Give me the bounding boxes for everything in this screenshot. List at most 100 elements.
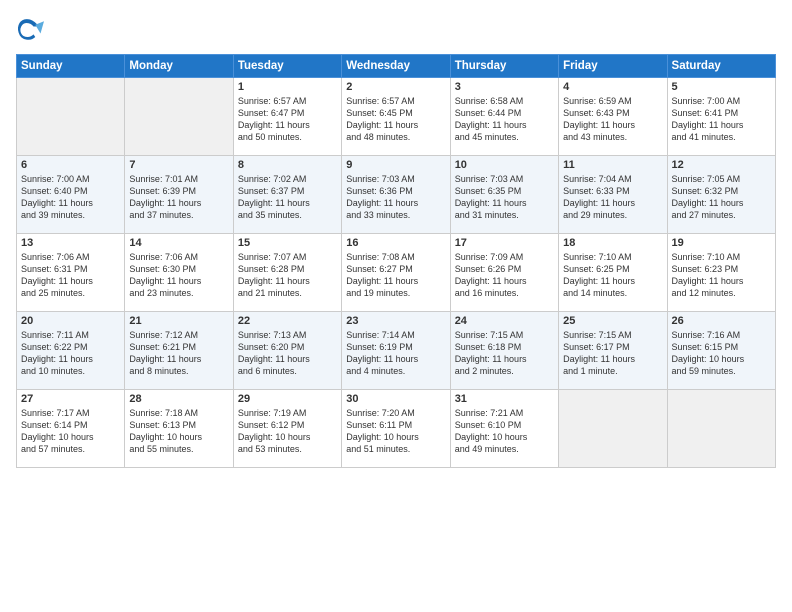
day-number: 14 xyxy=(129,237,228,249)
calendar: SundayMondayTuesdayWednesdayThursdayFrid… xyxy=(16,54,776,468)
weekday-header-monday: Monday xyxy=(125,55,233,78)
day-number: 24 xyxy=(455,315,554,327)
calendar-cell: 5 Sunrise: 7:00 AM Sunset: 6:41 PM Daylig… xyxy=(667,78,775,156)
calendar-cell: 30 Sunrise: 7:20 AM Sunset: 6:11 PM Dayli… xyxy=(342,390,450,468)
calendar-cell: 14 Sunrise: 7:06 AM Sunset: 6:30 PM Dayli… xyxy=(125,234,233,312)
day-info: Sunrise: 7:16 AM Sunset: 6:15 PM Dayligh… xyxy=(672,329,771,378)
day-info: Sunrise: 7:00 AM Sunset: 6:41 PM Dayligh… xyxy=(672,95,771,144)
day-info: Sunrise: 7:20 AM Sunset: 6:11 PM Dayligh… xyxy=(346,407,445,456)
calendar-cell: 18Sunrise: 7:10 AM Sunset: 6:25 PM Dayli… xyxy=(559,234,667,312)
day-info: Sunrise: 7:02 AM Sunset: 6:37 PM Dayligh… xyxy=(238,173,337,222)
day-number: 13 xyxy=(21,237,120,249)
day-info: Sunrise: 6:57 AM Sunset: 6:45 PM Dayligh… xyxy=(346,95,445,144)
day-info: Sunrise: 7:11 AM Sunset: 6:22 PM Dayligh… xyxy=(21,329,120,378)
calendar-cell: 11Sunrise: 7:04 AM Sunset: 6:33 PM Dayli… xyxy=(559,156,667,234)
calendar-cell: 7 Sunrise: 7:01 AM Sunset: 6:39 PM Daylig… xyxy=(125,156,233,234)
day-number: 6 xyxy=(21,159,120,171)
day-info: Sunrise: 7:01 AM Sunset: 6:39 PM Dayligh… xyxy=(129,173,228,222)
calendar-cell: 24 Sunrise: 7:15 AM Sunset: 6:18 PM Dayli… xyxy=(450,312,558,390)
calendar-cell xyxy=(667,390,775,468)
day-info: Sunrise: 7:14 AM Sunset: 6:19 PM Dayligh… xyxy=(346,329,445,378)
day-info: Sunrise: 7:13 AM Sunset: 6:20 PM Dayligh… xyxy=(238,329,337,378)
weekday-header-wednesday: Wednesday xyxy=(342,55,450,78)
calendar-cell: 1 Sunrise: 6:57 AM Sunset: 6:47 PM Daylig… xyxy=(233,78,341,156)
calendar-cell: 26Sunrise: 7:16 AM Sunset: 6:15 PM Dayli… xyxy=(667,312,775,390)
calendar-cell: 9 Sunrise: 7:03 AM Sunset: 6:36 PM Daylig… xyxy=(342,156,450,234)
day-info: Sunrise: 7:17 AM Sunset: 6:14 PM Dayligh… xyxy=(21,407,120,456)
calendar-cell: 29Sunrise: 7:19 AM Sunset: 6:12 PM Dayli… xyxy=(233,390,341,468)
calendar-cell: 17 Sunrise: 7:09 AM Sunset: 6:26 PM Dayli… xyxy=(450,234,558,312)
day-info: Sunrise: 7:08 AM Sunset: 6:27 PM Dayligh… xyxy=(346,251,445,300)
calendar-cell: 19 Sunrise: 7:10 AM Sunset: 6:23 PM Dayli… xyxy=(667,234,775,312)
calendar-cell: 22 Sunrise: 7:13 AM Sunset: 6:20 PM Dayli… xyxy=(233,312,341,390)
weekday-header-saturday: Saturday xyxy=(667,55,775,78)
calendar-cell xyxy=(125,78,233,156)
week-row-4: 20 Sunrise: 7:11 AM Sunset: 6:22 PM Dayli… xyxy=(17,312,776,390)
day-number: 23 xyxy=(346,315,445,327)
week-row-5: 27 Sunrise: 7:17 AM Sunset: 6:14 PM Dayli… xyxy=(17,390,776,468)
calendar-cell: 4 Sunrise: 6:59 AM Sunset: 6:43 PM Daylig… xyxy=(559,78,667,156)
calendar-cell: 13 Sunrise: 7:06 AM Sunset: 6:31 PM Dayli… xyxy=(17,234,125,312)
day-number: 5 xyxy=(672,81,771,93)
day-number: 31 xyxy=(455,393,554,405)
day-info: Sunrise: 7:21 AM Sunset: 6:10 PM Dayligh… xyxy=(455,407,554,456)
day-number: 29 xyxy=(238,393,337,405)
day-number: 2 xyxy=(346,81,445,93)
day-info: Sunrise: 7:15 AM Sunset: 6:17 PM Dayligh… xyxy=(563,329,662,378)
header xyxy=(16,16,776,44)
day-number: 1 xyxy=(238,81,337,93)
day-info: Sunrise: 7:00 AM Sunset: 6:40 PM Dayligh… xyxy=(21,173,120,222)
calendar-cell: 3Sunrise: 6:58 AM Sunset: 6:44 PM Daylig… xyxy=(450,78,558,156)
day-number: 30 xyxy=(346,393,445,405)
day-number: 27 xyxy=(21,393,120,405)
day-info: Sunrise: 7:18 AM Sunset: 6:13 PM Dayligh… xyxy=(129,407,228,456)
day-info: Sunrise: 7:07 AM Sunset: 6:28 PM Dayligh… xyxy=(238,251,337,300)
weekday-header-sunday: Sunday xyxy=(17,55,125,78)
day-number: 12 xyxy=(672,159,771,171)
calendar-cell: 12 Sunrise: 7:05 AM Sunset: 6:32 PM Dayli… xyxy=(667,156,775,234)
day-number: 3 xyxy=(455,81,554,93)
calendar-cell: 20 Sunrise: 7:11 AM Sunset: 6:22 PM Dayli… xyxy=(17,312,125,390)
day-number: 9 xyxy=(346,159,445,171)
day-number: 22 xyxy=(238,315,337,327)
calendar-cell: 16 Sunrise: 7:08 AM Sunset: 6:27 PM Dayli… xyxy=(342,234,450,312)
day-info: Sunrise: 7:06 AM Sunset: 6:30 PM Dayligh… xyxy=(129,251,228,300)
day-number: 21 xyxy=(129,315,228,327)
calendar-cell: 27 Sunrise: 7:17 AM Sunset: 6:14 PM Dayli… xyxy=(17,390,125,468)
calendar-cell: 23 Sunrise: 7:14 AM Sunset: 6:19 PM Dayli… xyxy=(342,312,450,390)
week-row-3: 13 Sunrise: 7:06 AM Sunset: 6:31 PM Dayli… xyxy=(17,234,776,312)
day-number: 16 xyxy=(346,237,445,249)
calendar-cell: 8 Sunrise: 7:02 AM Sunset: 6:37 PM Daylig… xyxy=(233,156,341,234)
day-number: 8 xyxy=(238,159,337,171)
logo xyxy=(16,16,46,44)
weekday-header-friday: Friday xyxy=(559,55,667,78)
weekday-header-thursday: Thursday xyxy=(450,55,558,78)
calendar-cell xyxy=(17,78,125,156)
calendar-cell: 21 Sunrise: 7:12 AM Sunset: 6:21 PM Dayli… xyxy=(125,312,233,390)
day-number: 25 xyxy=(563,315,662,327)
day-info: Sunrise: 7:12 AM Sunset: 6:21 PM Dayligh… xyxy=(129,329,228,378)
day-info: Sunrise: 7:03 AM Sunset: 6:35 PM Dayligh… xyxy=(455,173,554,222)
calendar-cell: 25 Sunrise: 7:15 AM Sunset: 6:17 PM Dayli… xyxy=(559,312,667,390)
day-number: 19 xyxy=(672,237,771,249)
day-info: Sunrise: 7:05 AM Sunset: 6:32 PM Dayligh… xyxy=(672,173,771,222)
day-number: 28 xyxy=(129,393,228,405)
day-number: 17 xyxy=(455,237,554,249)
header-row: SundayMondayTuesdayWednesdayThursdayFrid… xyxy=(17,55,776,78)
day-info: Sunrise: 6:57 AM Sunset: 6:47 PM Dayligh… xyxy=(238,95,337,144)
day-info: Sunrise: 7:09 AM Sunset: 6:26 PM Dayligh… xyxy=(455,251,554,300)
day-info: Sunrise: 7:15 AM Sunset: 6:18 PM Dayligh… xyxy=(455,329,554,378)
logo-icon xyxy=(16,16,44,44)
day-info: Sunrise: 7:04 AM Sunset: 6:33 PM Dayligh… xyxy=(563,173,662,222)
day-info: Sunrise: 7:03 AM Sunset: 6:36 PM Dayligh… xyxy=(346,173,445,222)
day-number: 20 xyxy=(21,315,120,327)
calendar-cell: 31 Sunrise: 7:21 AM Sunset: 6:10 PM Dayli… xyxy=(450,390,558,468)
page: SundayMondayTuesdayWednesdayThursdayFrid… xyxy=(0,0,792,612)
day-number: 7 xyxy=(129,159,228,171)
day-info: Sunrise: 7:10 AM Sunset: 6:25 PM Dayligh… xyxy=(563,251,662,300)
weekday-header-tuesday: Tuesday xyxy=(233,55,341,78)
day-info: Sunrise: 7:06 AM Sunset: 6:31 PM Dayligh… xyxy=(21,251,120,300)
day-info: Sunrise: 6:59 AM Sunset: 6:43 PM Dayligh… xyxy=(563,95,662,144)
day-number: 4 xyxy=(563,81,662,93)
day-info: Sunrise: 7:10 AM Sunset: 6:23 PM Dayligh… xyxy=(672,251,771,300)
